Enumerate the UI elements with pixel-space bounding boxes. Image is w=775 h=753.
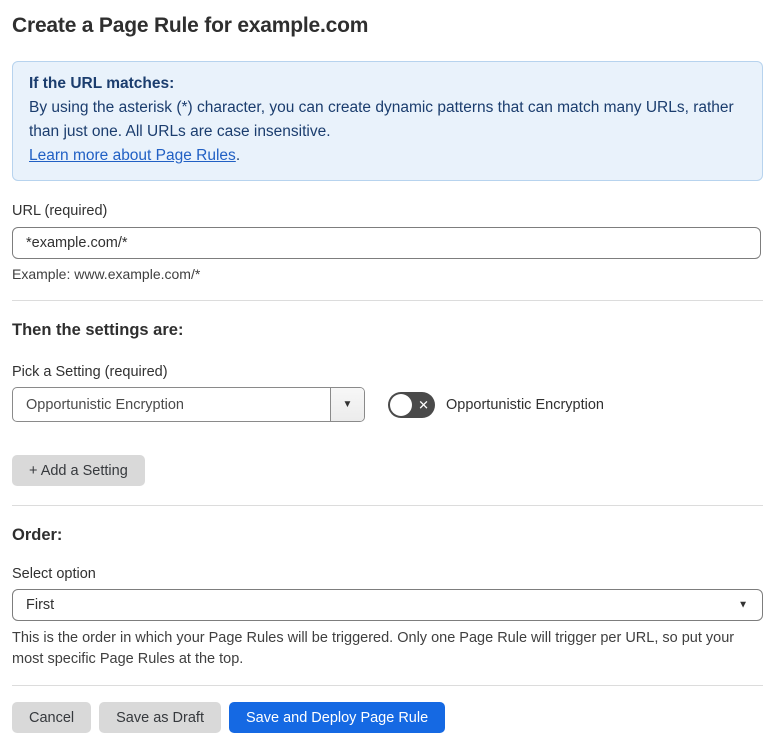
divider: [12, 300, 763, 301]
url-input[interactable]: [12, 227, 761, 259]
url-matches-info-box: If the URL matches: By using the asteris…: [12, 61, 763, 181]
pick-setting-label: Pick a Setting (required): [12, 364, 168, 380]
dropdown-arrow-icon: ▼: [342, 399, 353, 410]
info-box-body: By using the asterisk (*) character, you…: [29, 99, 734, 140]
order-section-heading: Order:: [12, 526, 63, 544]
setting-controls-row: Opportunistic Encryption ▼ ✕ Opportunist…: [12, 387, 763, 422]
divider: [12, 685, 763, 686]
setting-dropdown[interactable]: Opportunistic Encryption ▼: [12, 387, 365, 422]
create-page-rule-panel: Create a Page Rule for example.com If th…: [0, 0, 775, 753]
info-box-link-line: Learn more about Page Rules.: [29, 144, 746, 168]
learn-more-page-rules-link[interactable]: Learn more about Page Rules: [29, 147, 236, 164]
order-select[interactable]: First ▼: [12, 589, 763, 621]
setting-dropdown-value: Opportunistic Encryption: [26, 396, 184, 413]
form-actions-row: Cancel Save as Draft Save and Deploy Pag…: [12, 702, 763, 733]
divider: [12, 505, 763, 506]
toggle-off-x-icon: ✕: [418, 397, 429, 412]
order-help-text: This is the order in which your Page Rul…: [12, 630, 735, 667]
url-field-label: URL (required): [12, 203, 108, 219]
save-as-draft-button[interactable]: Save as Draft: [99, 702, 221, 733]
toggle-label: Opportunistic Encryption: [446, 396, 604, 413]
order-select-label: Select option: [12, 566, 96, 582]
toggle-knob: [390, 393, 412, 416]
save-and-deploy-button[interactable]: Save and Deploy Page Rule: [228, 702, 446, 733]
info-link-suffix: .: [235, 147, 241, 164]
info-box-heading: If the URL matches:: [29, 75, 175, 92]
select-chevron-icon: ▼: [738, 599, 748, 611]
settings-section-heading: Then the settings are:: [12, 321, 184, 339]
opportunistic-encryption-toggle[interactable]: ✕: [388, 391, 435, 418]
order-select-value: First: [26, 597, 55, 613]
setting-dropdown-arrow-button[interactable]: ▼: [330, 388, 364, 421]
url-example-text: Example: www.example.com/*: [12, 266, 201, 282]
add-setting-button[interactable]: + Add a Setting: [12, 455, 145, 486]
page-title: Create a Page Rule for example.com: [12, 14, 369, 37]
cancel-button[interactable]: Cancel: [12, 702, 92, 733]
